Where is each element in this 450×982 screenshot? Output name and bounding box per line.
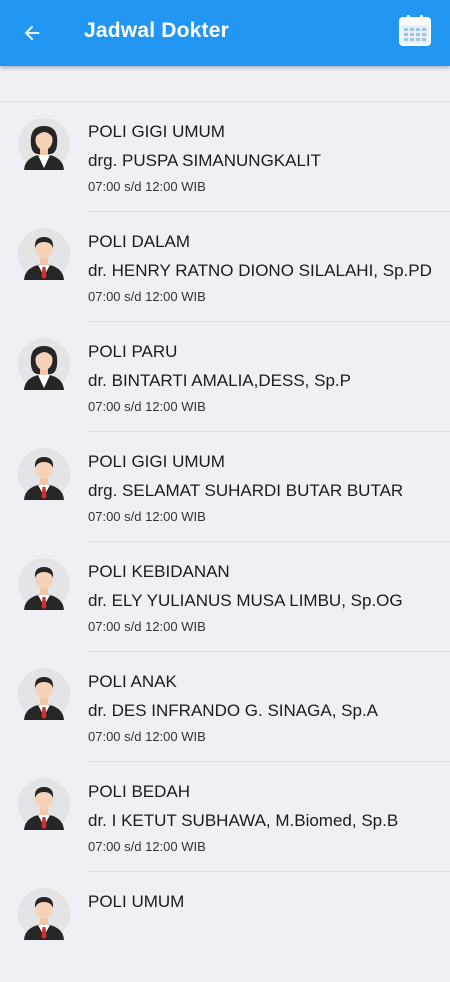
doctor-name: dr. BINTARTI AMALIA,DESS, Sp.P xyxy=(88,371,351,390)
doctor-name: dr. HENRY RATNO DIONO SILALAHI, Sp.PD xyxy=(88,261,432,280)
arrow-left-icon xyxy=(24,25,40,41)
male-doctor-avatar xyxy=(18,778,70,830)
poli-name: POLI PARU xyxy=(88,342,178,361)
doctor-list-item[interactable]: POLI KEBIDANAN dr. ELY YULIANUS MUSA LIM… xyxy=(0,542,450,652)
back-button[interactable] xyxy=(14,15,50,51)
female-doctor-avatar xyxy=(18,118,70,170)
doctor-list-item[interactable]: POLI UMUM xyxy=(0,872,450,982)
calendar-icon xyxy=(399,15,431,46)
page-title: Jadwal Dokter xyxy=(84,19,229,42)
male-doctor-avatar xyxy=(18,558,70,610)
doctor-list-item[interactable]: POLI PARU dr. BINTARTI AMALIA,DESS, Sp.P… xyxy=(0,322,450,432)
schedule-time: 07:00 s/d 12:00 WIB xyxy=(88,729,206,744)
schedule-time: 07:00 s/d 12:00 WIB xyxy=(88,289,206,304)
poli-name: POLI UMUM xyxy=(88,892,185,911)
poli-name: POLI GIGI UMUM xyxy=(88,122,225,141)
doctor-list-item[interactable]: POLI GIGI UMUM drg. SELAMAT SUHARDI BUTA… xyxy=(0,432,450,542)
doctor-list-item[interactable]: POLI ANAK dr. DES INFRANDO G. SINAGA, Sp… xyxy=(0,652,450,762)
doctor-list: POLI GIGI UMUM drg. PUSPA SIMANUNGKALIT … xyxy=(0,102,450,982)
male-doctor-avatar xyxy=(18,668,70,720)
doctor-name: drg. SELAMAT SUHARDI BUTAR BUTAR xyxy=(88,481,404,500)
poli-name: POLI DALAM xyxy=(88,232,191,251)
doctor-list-item[interactable]: POLI GIGI UMUM drg. PUSPA SIMANUNGKALIT … xyxy=(0,102,450,212)
poli-name: POLI BEDAH xyxy=(88,782,191,801)
doctor-name: dr. DES INFRANDO G. SINAGA, Sp.A xyxy=(88,701,379,720)
female-doctor-avatar xyxy=(18,338,70,390)
schedule-time: 07:00 s/d 12:00 WIB xyxy=(88,179,206,194)
male-doctor-avatar xyxy=(18,448,70,500)
poli-name: POLI KEBIDANAN xyxy=(88,562,230,581)
poli-name: POLI ANAK xyxy=(88,672,177,691)
doctor-list-item[interactable]: POLI BEDAH dr. I KETUT SUBHAWA, M.Biomed… xyxy=(0,762,450,872)
schedule-time: 07:00 s/d 12:00 WIB xyxy=(88,509,206,524)
male-doctor-avatar xyxy=(18,888,70,940)
doctor-list-item[interactable]: POLI DALAM dr. HENRY RATNO DIONO SILALAH… xyxy=(0,212,450,322)
schedule-time: 07:00 s/d 12:00 WIB xyxy=(88,839,206,854)
app-bar: Jadwal Dokter xyxy=(0,0,450,66)
poli-name: POLI GIGI UMUM xyxy=(88,452,225,471)
male-doctor-avatar xyxy=(18,228,70,280)
doctor-name: dr. ELY YULIANUS MUSA LIMBU, Sp.OG xyxy=(88,591,403,610)
schedule-time: 07:00 s/d 12:00 WIB xyxy=(88,619,206,634)
doctor-name: drg. PUSPA SIMANUNGKALIT xyxy=(88,151,322,170)
doctor-name: dr. I KETUT SUBHAWA, M.Biomed, Sp.B xyxy=(88,811,399,830)
calendar-button[interactable] xyxy=(397,12,433,48)
schedule-time: 07:00 s/d 12:00 WIB xyxy=(88,399,206,414)
